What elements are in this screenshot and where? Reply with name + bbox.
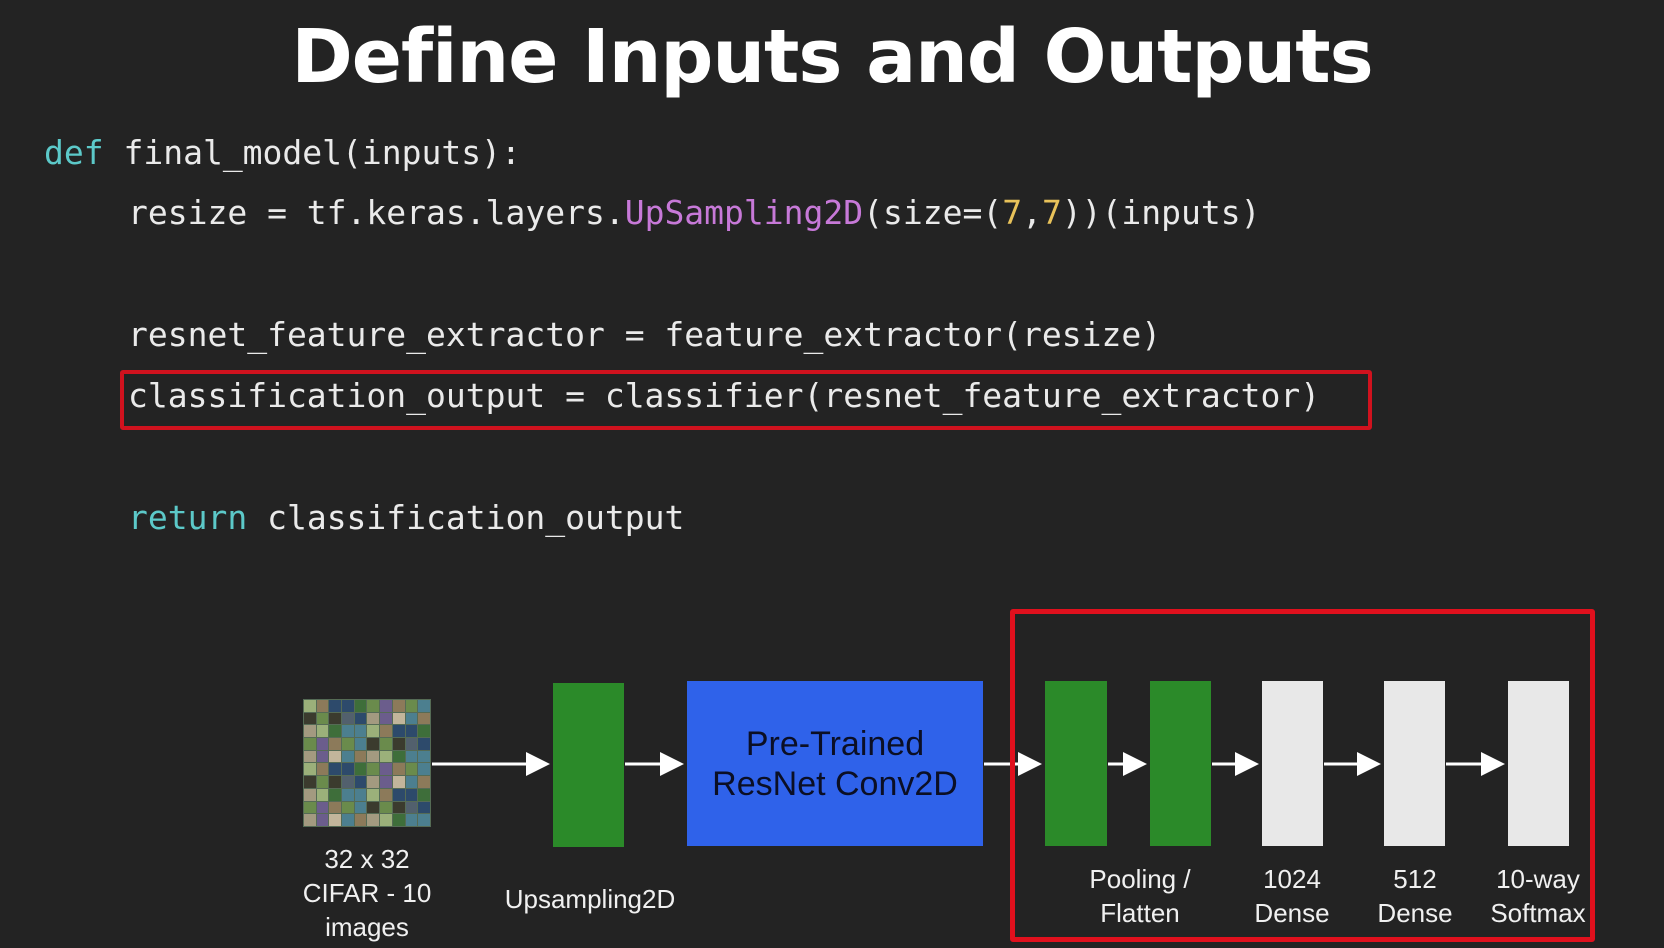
upsampling-label: Upsampling2D	[504, 884, 676, 914]
dense-512-label: 512 Dense	[1377, 864, 1453, 928]
dense-1024-label: 1024 Dense	[1254, 864, 1330, 928]
softmax-label: 10-way Softmax	[1490, 864, 1586, 928]
input-label: 32 x 32 CIFAR - 10 images	[302, 844, 432, 942]
pooling-flatten-label: Pooling / Flatten	[1089, 864, 1191, 928]
